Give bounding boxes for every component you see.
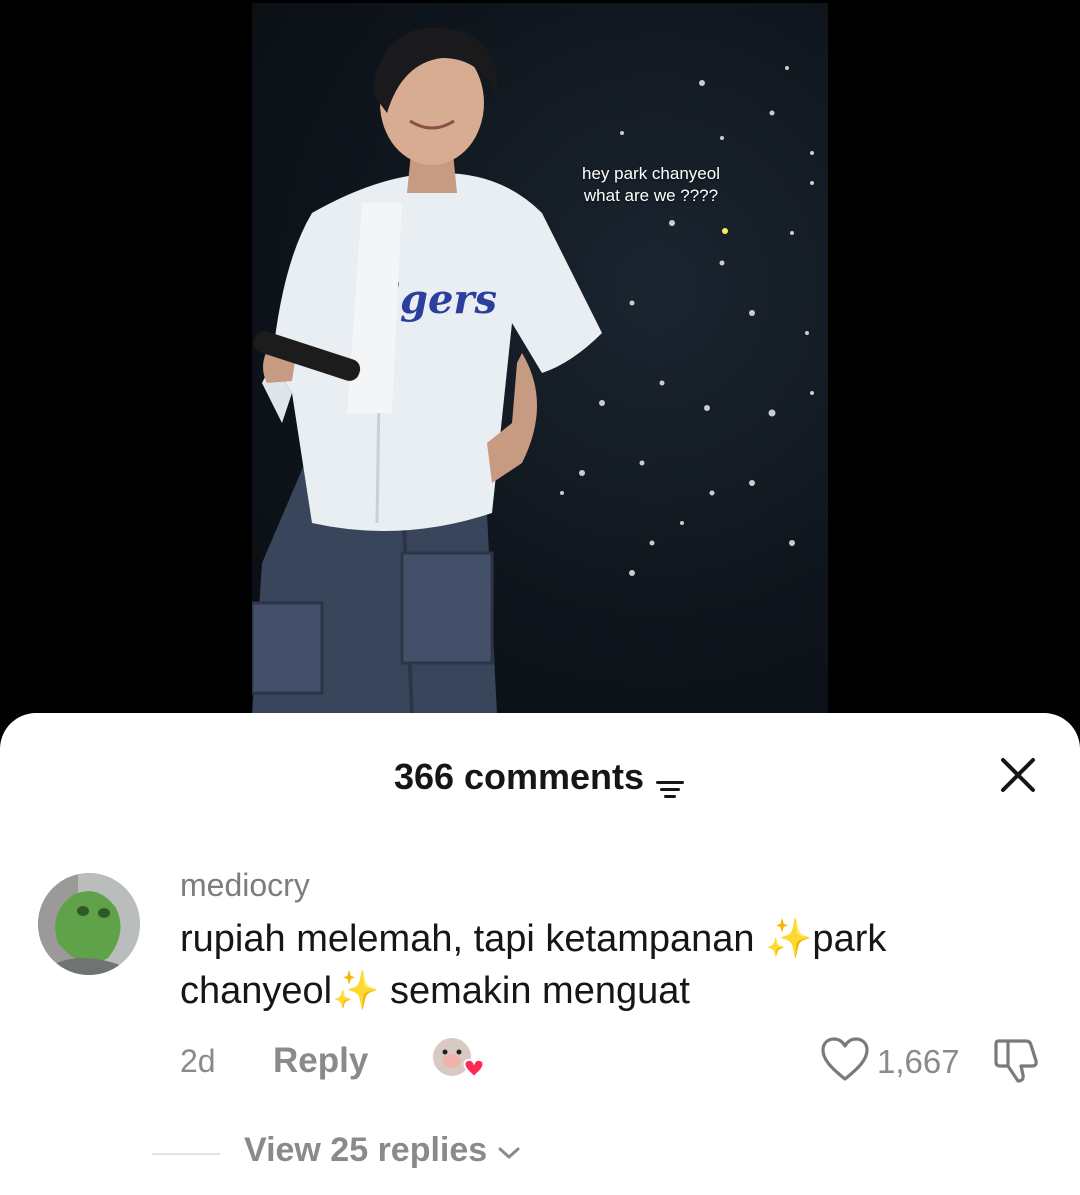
screen: dgers hey park chanyeol what are we ????… [0, 0, 1080, 1195]
comment-timestamp: 2d [180, 1043, 216, 1079]
comments-header: 366 comments [0, 753, 1080, 801]
comment-username[interactable]: mediocry [180, 865, 310, 905]
like-count: 1,667 [877, 1043, 960, 1080]
view-replies-row: View 25 replies [152, 1131, 752, 1175]
video-frame-illustration: dgers [252, 27, 814, 715]
video-preview[interactable]: dgers hey park chanyeol what are we ???? [252, 3, 828, 715]
view-replies-button[interactable]: View 25 replies [244, 1131, 521, 1170]
filter-icon[interactable] [654, 765, 686, 798]
replies-divider [152, 1153, 220, 1155]
video-caption: hey park chanyeol what are we ???? [582, 164, 720, 205]
heart-icon[interactable] [820, 1035, 870, 1085]
view-replies-label: View 25 replies [244, 1131, 488, 1169]
reply-button[interactable]: Reply [273, 1041, 368, 1081]
creator-liked-icon [430, 1035, 488, 1085]
avatar[interactable] [38, 873, 140, 975]
dislike-icon[interactable] [990, 1033, 1044, 1087]
close-icon[interactable] [998, 755, 1038, 795]
comments-title-group[interactable]: 366 comments [394, 753, 686, 801]
comments-sheet: 366 comments mediocry rupiah melemah, ta… [0, 713, 1080, 1195]
comments-count-title: 366 comments [393, 756, 645, 797]
chevron-down-icon [497, 1131, 521, 1170]
comment-text: rupiah melemah, tapi ketampanan ✨park ch… [180, 918, 887, 1012]
comment-actions: 2d Reply 1,667 [180, 1033, 1050, 1089]
